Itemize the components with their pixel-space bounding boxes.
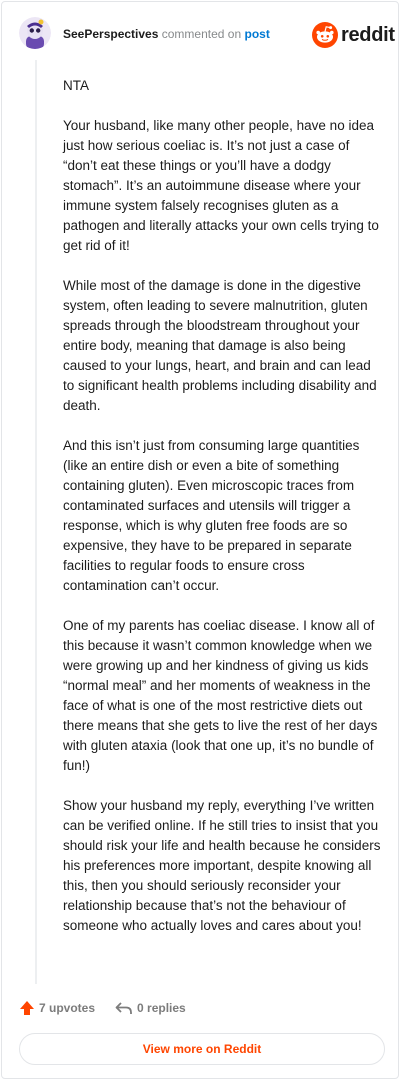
comment-paragraph: And this isn’t just from consuming large… — [63, 438, 360, 593]
upvote-count: 7 upvotes — [39, 1001, 96, 1015]
comment-paragraph: NTA — [63, 78, 89, 93]
byline-action: commented on — [161, 27, 242, 41]
reddit-logo[interactable]: reddit — [312, 22, 395, 48]
upvote-button[interactable]: 7 upvotes — [19, 1000, 95, 1016]
user-avatar[interactable] — [19, 17, 51, 49]
comment-paragraph: Show your husband my reply, everything I… — [63, 798, 381, 933]
comment-paragraph: Your husband, like many other people, ha… — [63, 118, 379, 253]
replies-button[interactable]: 0 replies — [115, 1000, 186, 1016]
reddit-wordmark: reddit — [341, 23, 395, 46]
reply-arrow-icon — [115, 1002, 132, 1014]
username-link[interactable]: SeePerspectives — [63, 27, 158, 41]
thread-line[interactable] — [35, 60, 37, 984]
comment-header: SeePerspectives commented on post reddit — [2, 2, 398, 68]
replies-count: 0 replies — [137, 1001, 186, 1015]
comment-paragraph: While most of the damage is done in the … — [63, 278, 377, 413]
post-link[interactable]: post — [244, 27, 269, 41]
comment-body: NTA Your husband, like many other people… — [63, 76, 381, 956]
view-more-button[interactable]: View more on Reddit — [19, 1033, 385, 1065]
comment-byline: SeePerspectives commented on post — [63, 27, 270, 41]
reddit-snoo-icon — [312, 22, 338, 48]
upvote-arrow-icon — [20, 1001, 34, 1015]
comment-paragraph: One of my parents has coeliac disease. I… — [63, 618, 378, 773]
comment-card: SeePerspectives commented on post reddit… — [1, 1, 399, 1079]
comment-footer: 7 upvotes 0 replies — [19, 998, 186, 1018]
